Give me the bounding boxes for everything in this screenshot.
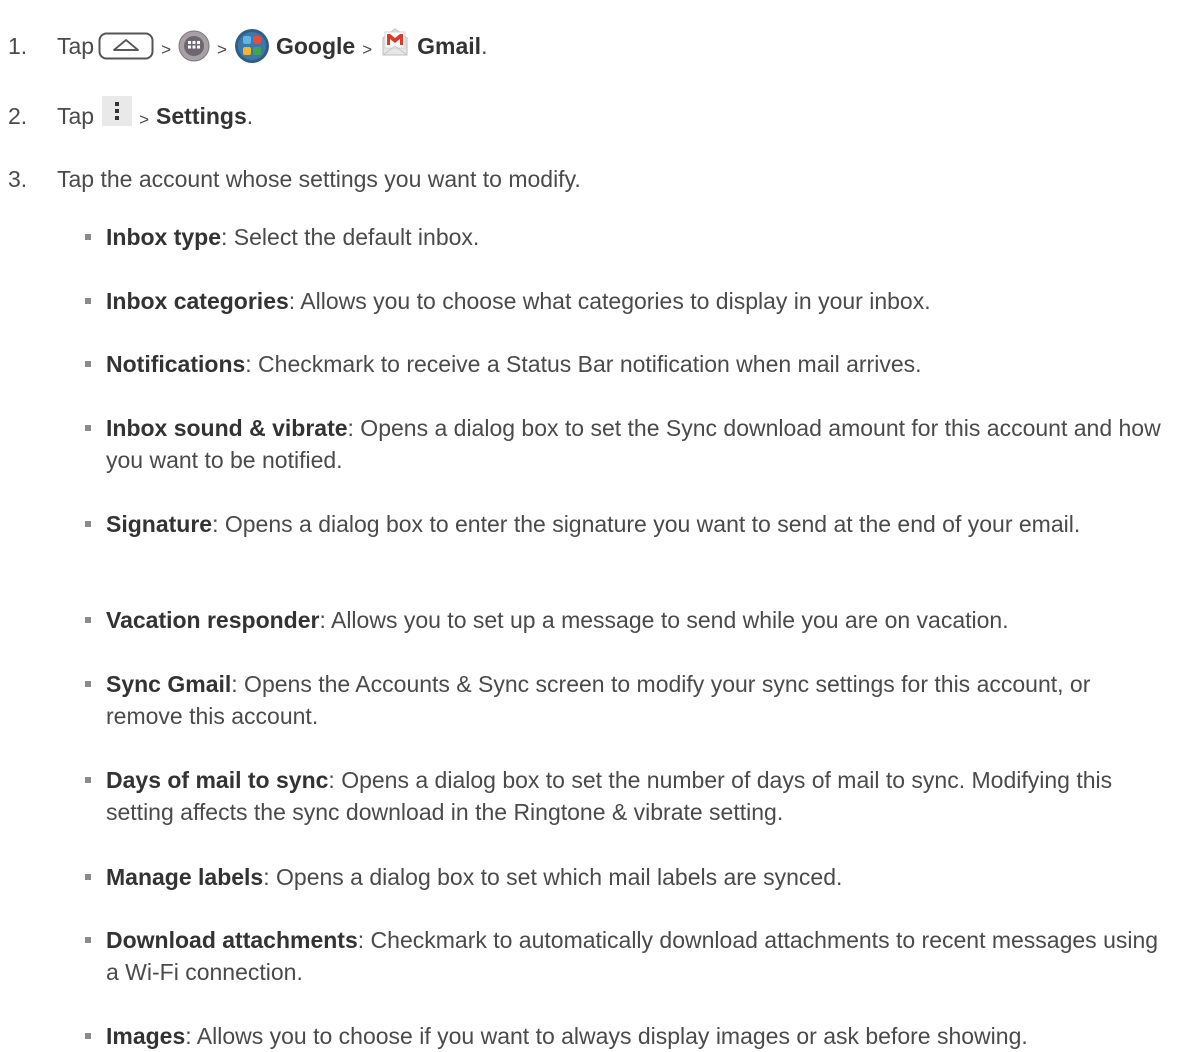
- list-item: Vacation responder: Allows you to set up…: [106, 604, 1166, 636]
- item-term: Signature: [106, 511, 213, 537]
- separator: >: [362, 40, 373, 59]
- period: .: [246, 102, 254, 129]
- item-term: Inbox sound & vibrate: [106, 415, 348, 441]
- item-term: Inbox categories: [106, 288, 289, 314]
- step-number: 2.: [8, 102, 28, 129]
- list-item: Images: Allows you to choose if you want…: [106, 1020, 1166, 1052]
- tap-label: Tap: [57, 102, 95, 129]
- item-term: Sync Gmail: [106, 671, 232, 697]
- item-term: Inbox type: [106, 224, 222, 250]
- step-text: Tap > Settings .: [57, 96, 254, 131]
- item-desc: : Select the default inbox.: [221, 224, 480, 250]
- item-term: Vacation responder: [106, 607, 320, 633]
- bullet: [85, 617, 91, 623]
- settings-label: Settings: [156, 102, 247, 129]
- tap-label: Tap: [57, 32, 95, 59]
- google-folder-icon: [234, 29, 269, 63]
- period: .: [481, 32, 488, 59]
- bullet: [85, 937, 91, 943]
- gmail-icon: [382, 28, 408, 56]
- apps-icon: [178, 30, 210, 62]
- bullet: [85, 874, 91, 880]
- menu-overflow-icon: [102, 96, 133, 126]
- item-term: Manage labels: [106, 864, 264, 890]
- step-number: 3.: [8, 165, 28, 192]
- item-desc: : Allows you to choose if you want to al…: [185, 1023, 1028, 1049]
- list-item: Manage labels: Opens a dialog box to set…: [106, 861, 1166, 893]
- bullet: [85, 681, 91, 687]
- item-desc: : Opens a dialog box to set which mail l…: [263, 864, 843, 890]
- bullet: [85, 298, 91, 304]
- list-item: Inbox sound & vibrate: Opens a dialog bo…: [106, 412, 1166, 476]
- step-text: Tap > > Google > Gmail .: [57, 28, 487, 64]
- separator: >: [139, 110, 150, 129]
- item-desc: : Allows you to set up a message to send…: [319, 607, 1009, 633]
- separator: >: [161, 40, 172, 59]
- item-desc: : Opens a dialog box to enter the signat…: [212, 511, 1081, 537]
- bullet: [85, 521, 91, 527]
- list-item: Signature: Opens a dialog box to enter t…: [106, 508, 1166, 540]
- list-item: Download attachments: Checkmark to autom…: [106, 924, 1166, 988]
- bullet: [85, 1033, 91, 1039]
- bullet: [85, 777, 91, 783]
- list-item: Notifications: Checkmark to receive a St…: [106, 348, 1166, 380]
- item-term: Download attachments: [106, 927, 358, 953]
- item-desc: : Checkmark to receive a Status Bar noti…: [245, 351, 922, 377]
- gmail-label: Gmail: [417, 32, 482, 59]
- separator: >: [217, 40, 227, 59]
- bullet: [85, 361, 91, 367]
- list-item: Inbox type: Select the default inbox.: [106, 221, 1166, 253]
- step-text: Tap the account whose settings you want …: [57, 165, 581, 192]
- item-term: Notifications: [106, 351, 246, 377]
- item-desc: : Allows you to choose what categories t…: [288, 288, 931, 314]
- list-item: Sync Gmail: Opens the Accounts & Sync sc…: [106, 668, 1166, 732]
- home-key-icon: [98, 32, 154, 60]
- item-desc: : Opens the Accounts & Sync screen to mo…: [106, 671, 1091, 729]
- bullet: [85, 234, 91, 240]
- step-number: 1.: [8, 32, 28, 59]
- bullet: [85, 425, 91, 431]
- google-label: Google: [275, 32, 356, 59]
- item-term: Days of mail to sync: [106, 767, 329, 793]
- list-item: Days of mail to sync: Opens a dialog box…: [106, 764, 1166, 828]
- item-term: Images: [106, 1023, 186, 1049]
- list-item: Inbox categories: Allows you to choose w…: [106, 285, 1166, 317]
